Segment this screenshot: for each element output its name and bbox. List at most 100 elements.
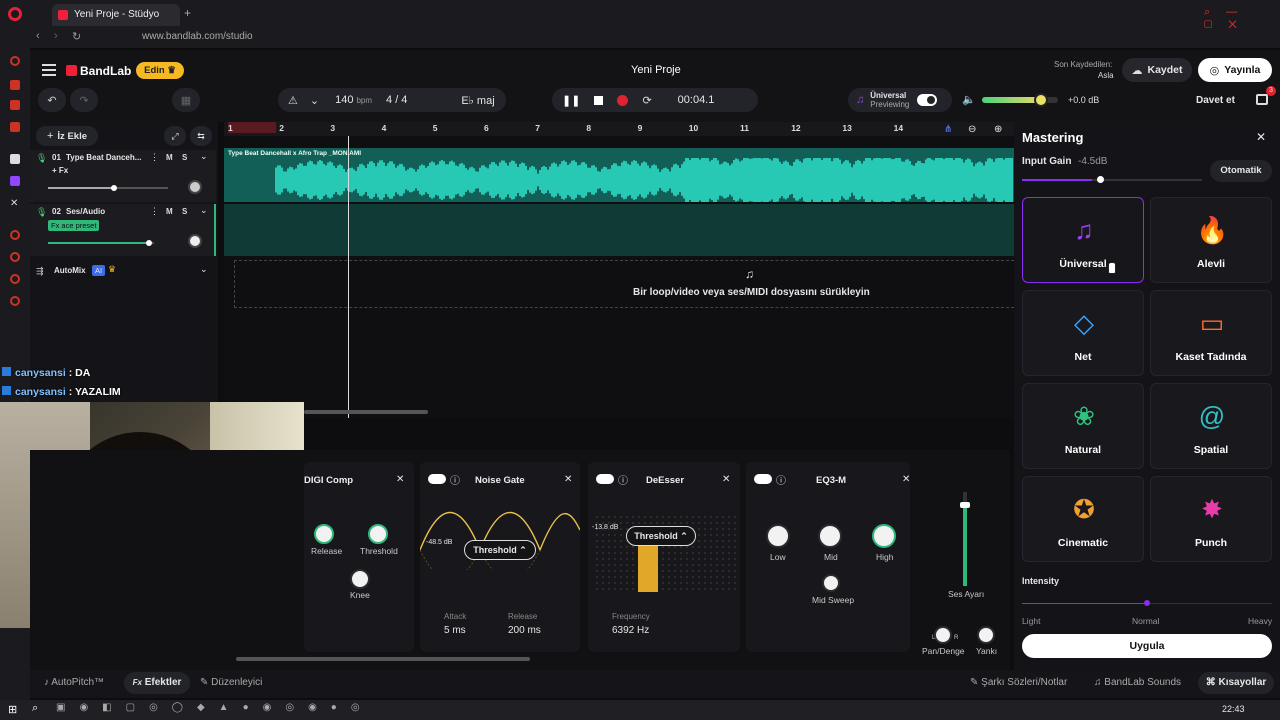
mute-button[interactable]: M — [166, 207, 173, 216]
sidebar-icon-6[interactable] — [10, 230, 20, 240]
deesser-threshold-button[interactable]: Threshold ⌃ — [626, 526, 696, 546]
sidebar-icon-2[interactable] — [10, 80, 20, 90]
menu-icon[interactable] — [42, 64, 56, 76]
x-icon[interactable]: ✕ — [10, 198, 18, 209]
auto-button[interactable]: Otomatik — [1210, 160, 1272, 182]
key-button[interactable]: E♭ maj — [450, 88, 506, 112]
preset-card-2[interactable]: ◇ Net — [1022, 290, 1144, 376]
save-button[interactable]: ☁ Kaydet — [1122, 58, 1192, 82]
redo-button[interactable]: ↷ — [70, 88, 98, 112]
preset-card-3[interactable]: ▭ Kaset Tadında — [1150, 290, 1272, 376]
pan-knob[interactable] — [188, 180, 202, 194]
ruler-tick[interactable]: 9 — [638, 123, 643, 133]
cart-icon[interactable] — [1256, 94, 1268, 105]
ruler-tick[interactable]: 1 — [228, 123, 233, 133]
magnet-icon[interactable]: ⋔ — [944, 124, 952, 135]
undo-button[interactable]: ↶ — [38, 88, 66, 112]
publish-button[interactable]: ◎ Yayınla — [1198, 58, 1272, 82]
power-toggle[interactable] — [428, 474, 446, 484]
preset-card-0[interactable]: ♫ Üniversal — [1022, 197, 1144, 283]
volume-knob[interactable] — [1034, 93, 1049, 107]
info-icon[interactable]: ⓘ — [618, 472, 628, 487]
ruler-tick[interactable]: 6 — [484, 123, 489, 133]
close-icon[interactable]: ✕ — [722, 474, 730, 485]
pause-icon[interactable]: ❚❚ — [562, 94, 580, 107]
ruler-tick[interactable]: 2 — [279, 123, 284, 133]
automation-icon[interactable]: ⤢ — [164, 126, 186, 146]
track-row[interactable]: 🎙 01 Type Beat Danceh... ⋮ M S ⌄ + Fx — [30, 150, 216, 202]
solo-button[interactable]: S — [182, 153, 187, 162]
edit-badge[interactable]: Edin ♛ — [136, 62, 184, 79]
master-preset-chip[interactable]: ♫ Üniversal Previewing — [848, 88, 952, 112]
project-title[interactable]: Yeni Proje — [631, 64, 681, 76]
frequency-value[interactable]: 6392 Hz — [612, 625, 649, 636]
track-volume-slider[interactable] — [48, 185, 168, 191]
mid-knob[interactable] — [818, 524, 842, 548]
search-icon[interactable]: ⌕ — [32, 702, 38, 715]
zoom-in-icon[interactable]: ⊕ — [994, 124, 1002, 135]
sidebar-icon-4[interactable] — [10, 122, 20, 132]
horizontal-scrollbar[interactable] — [304, 410, 428, 414]
tempo-bar[interactable]: ⚠ ⌄ 140 bpm 4 / 4 — [278, 88, 478, 112]
ruler-tick[interactable]: 7 — [535, 123, 540, 133]
reverb-knob[interactable] — [977, 626, 995, 644]
high-knob[interactable] — [872, 524, 896, 548]
metronome-icon[interactable]: ⚠ — [288, 94, 298, 107]
pan-knob[interactable] — [188, 234, 202, 248]
loop-region[interactable] — [228, 122, 276, 133]
gate-threshold-button[interactable]: Threshold ⌃ — [464, 540, 536, 560]
master-toggle[interactable] — [917, 94, 938, 106]
preset-card-7[interactable]: ✸ Punch — [1150, 476, 1272, 562]
release-value[interactable]: 200 ms — [508, 625, 541, 636]
release-knob[interactable] — [314, 524, 334, 544]
automix-chevron-icon[interactable]: ⌄ — [200, 264, 208, 275]
solo-button[interactable]: S — [182, 207, 187, 216]
track-name[interactable]: Ses/Audio — [66, 207, 105, 216]
close-icon[interactable]: ✕ — [564, 474, 572, 485]
lyrics-tab[interactable]: ✎ Şarkı Sözleri/Notlar — [970, 677, 1067, 688]
record-icon[interactable] — [617, 94, 629, 106]
ruler-tick[interactable]: 12 — [791, 123, 800, 133]
audio-clip[interactable]: Type Beat Dancehall x Afro Trap _MON AMI — [224, 148, 1014, 202]
fx-preset-badge[interactable]: Fx ace preset — [48, 220, 100, 231]
zoom-out-icon[interactable]: ⊖ — [968, 124, 976, 135]
sounds-tab[interactable]: ♫ BandLab Sounds — [1094, 677, 1181, 688]
fx-scrollbar[interactable] — [236, 657, 530, 661]
track-row[interactable]: 🎙 02 Ses/Audio ⋮ M S ⌄ Fx ace preset — [30, 204, 216, 256]
track-more-icon[interactable]: ⋮ — [150, 206, 159, 217]
info-icon[interactable]: ⓘ — [450, 472, 460, 487]
mixer-icon[interactable]: ⇆ — [190, 126, 212, 146]
back-icon[interactable]: ‹ — [36, 30, 40, 42]
opera-logo-icon[interactable] — [8, 7, 22, 21]
preset-card-1[interactable]: 🔥 Alevli — [1150, 197, 1272, 283]
close-icon[interactable]: ✕ — [1256, 130, 1266, 144]
ruler-tick[interactable]: 8 — [586, 123, 591, 133]
new-tab-button[interactable]: + — [184, 6, 191, 20]
close-icon[interactable]: ✕ — [902, 474, 910, 485]
apply-button[interactable]: Uygula — [1022, 634, 1272, 658]
power-toggle[interactable] — [596, 474, 614, 484]
forward-icon[interactable]: › — [54, 30, 58, 42]
sidebar-icon-1[interactable] — [10, 56, 20, 66]
threshold-knob[interactable] — [368, 524, 388, 544]
info-icon[interactable]: ⓘ — [776, 472, 786, 487]
track2-lane[interactable] — [224, 204, 1014, 256]
intensity-light[interactable]: Light — [1022, 616, 1040, 626]
sidebar-icon-3[interactable] — [10, 100, 20, 110]
ruler-tick[interactable]: 3 — [330, 123, 335, 133]
drop-zone[interactable]: ♫ Bir loop/video veya ses/MIDI dosyasını… — [234, 260, 1014, 308]
attack-value[interactable]: 5 ms — [444, 625, 466, 636]
preset-card-4[interactable]: ❀ Natural — [1022, 383, 1144, 469]
twitch-icon[interactable] — [10, 176, 20, 186]
sidebar-icon-8[interactable] — [10, 274, 20, 284]
track-volume-slider[interactable] — [48, 240, 154, 246]
ses-ayari-fader[interactable] — [960, 492, 970, 586]
low-knob[interactable] — [766, 524, 790, 548]
speaker-icon[interactable]: 🔈 — [962, 93, 976, 106]
mute-button[interactable]: M — [166, 153, 173, 162]
sidebar-icon-7[interactable] — [10, 252, 20, 262]
preset-card-5[interactable]: @ Spatial — [1150, 383, 1272, 469]
chevron-down-icon[interactable]: ⌄ — [310, 94, 319, 107]
sidebar-icon-5[interactable] — [10, 154, 20, 164]
preset-card-6[interactable]: ✪ Cinematic — [1022, 476, 1144, 562]
